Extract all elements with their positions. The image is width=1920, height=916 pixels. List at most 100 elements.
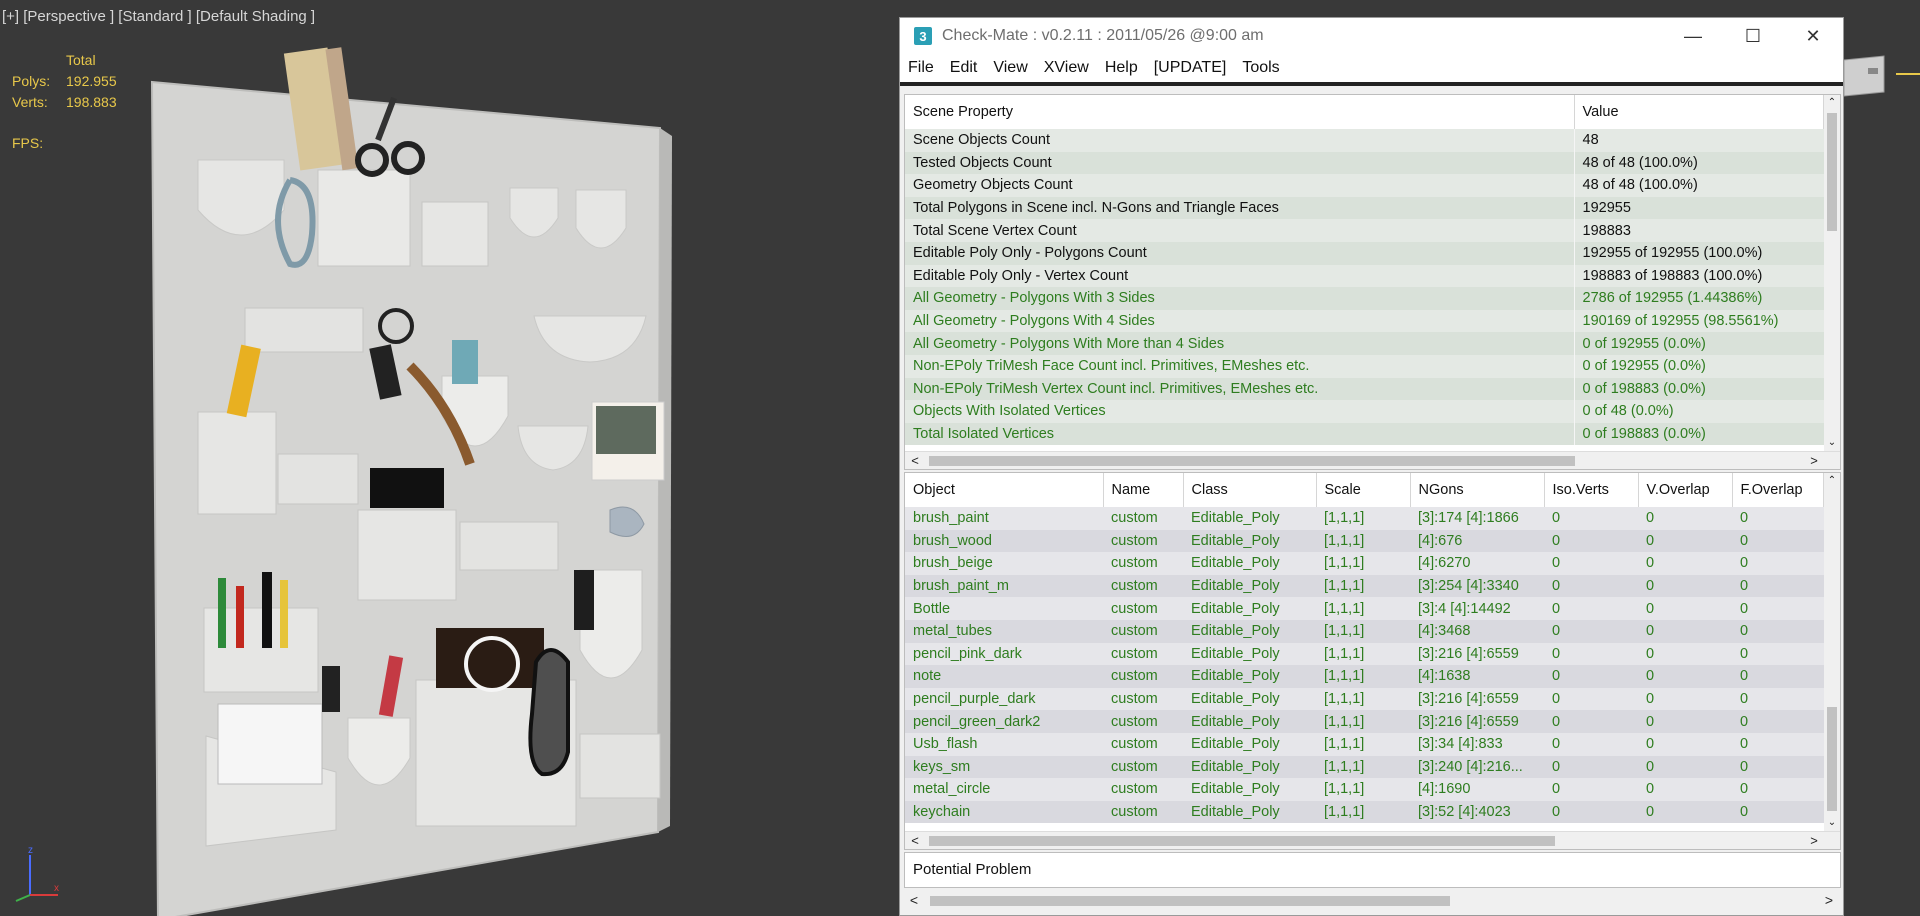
header-name[interactable]: Name <box>1103 473 1184 507</box>
scroll-thumb[interactable] <box>1827 113 1837 231</box>
scene-properties-panel[interactable]: Scene Property Value Scene Objects Count… <box>904 94 1841 470</box>
table-row[interactable]: brush_paint_m custom Editable_Poly [1,1,1][… <box>905 574 1824 598</box>
scroll-up-arrow[interactable]: ⌃ <box>1824 95 1840 111</box>
object-label: custom <box>1103 529 1183 553</box>
table-row[interactable]: pencil_purple_dark custom Editable_Poly [1,… <box>905 687 1824 711</box>
scroll-right-arrow[interactable]: > <box>1806 452 1822 470</box>
property-row[interactable]: Tested Objects Count 48 of 48 (100.0%) <box>905 151 1824 175</box>
table-row[interactable]: pencil_pink_dark custom Editable_Poly [1,1,… <box>905 642 1824 666</box>
objects-horizontal-scrollbar[interactable]: < > <box>905 831 1840 849</box>
objects-vertical-scrollbar[interactable]: ⌃ ⌄ <box>1824 473 1840 831</box>
scroll-thumb[interactable] <box>1827 707 1837 811</box>
header-ngons[interactable]: NGons <box>1410 473 1545 507</box>
scroll-thumb[interactable] <box>930 896 1450 906</box>
object-name: keychain <box>905 800 1103 824</box>
object-iso-verts: 0 <box>1544 642 1638 666</box>
calendar <box>217 703 323 785</box>
object-label: custom <box>1103 507 1183 530</box>
table-row[interactable]: Usb_flash custom Editable_Poly [1,1,1] [3]:3… <box>905 732 1824 756</box>
potential-problem-label: Potential Problem <box>913 861 1032 878</box>
header-iso-verts[interactable]: Iso.Verts <box>1544 473 1639 507</box>
object-scale: [1,1,1] <box>1316 710 1410 733</box>
property-row[interactable]: Geometry Objects Count 48 of 48 (100.0%) <box>905 174 1824 197</box>
object-iso-verts: 0 <box>1544 619 1638 643</box>
property-row[interactable]: Non-EPoly TriMesh Face Count incl. Primi… <box>905 354 1824 378</box>
property-row[interactable]: All Geometry - Polygons With 3 Sides 2786… <box>905 287 1824 310</box>
menu-update[interactable]: [UPDATE] <box>1154 59 1227 77</box>
header-scene-property[interactable]: Scene Property <box>905 95 1575 129</box>
property-row[interactable]: Editable Poly Only - Vertex Count 198883 … <box>905 264 1824 288</box>
header-scale[interactable]: Scale <box>1316 473 1411 507</box>
menu-bar: File Edit View XView Help [UPDATE] Tools <box>900 54 1843 86</box>
menu-help[interactable]: Help <box>1105 59 1138 77</box>
scroll-left-arrow[interactable]: < <box>906 892 922 908</box>
table-row[interactable]: keychain custom Editable_Poly [1,1,1] [3]:52… <box>905 800 1824 824</box>
object-name: brush_paint <box>905 507 1103 530</box>
table-row[interactable]: Bottle custom Editable_Poly [1,1,1] [3]:4 [4… <box>905 597 1824 620</box>
table-row[interactable]: brush_paint custom Editable_Poly [1,1,1] [3]… <box>905 507 1824 530</box>
property-row[interactable]: Total Polygons in Scene incl. N-Gons and… <box>905 196 1824 220</box>
minimize-button[interactable]: — <box>1663 18 1723 54</box>
pocket-slot-2 <box>277 453 359 505</box>
scroll-thumb[interactable] <box>929 836 1555 846</box>
keys-black-2 <box>574 570 594 630</box>
problem-horizontal-scrollbar[interactable]: < > <box>904 890 1841 912</box>
object-name: note <box>905 665 1103 688</box>
property-row[interactable]: Objects With Isolated Vertices 0 of 48 (0… <box>905 400 1824 423</box>
property-row[interactable]: Scene Objects Count 48 <box>905 129 1824 152</box>
menu-view[interactable]: View <box>993 59 1027 77</box>
scroll-down-arrow[interactable]: ⌄ <box>1824 815 1840 831</box>
menu-file[interactable]: File <box>908 59 934 77</box>
scroll-down-arrow[interactable]: ⌄ <box>1824 435 1840 451</box>
table-row[interactable]: brush_wood custom Editable_Poly [1,1,1] [4]:… <box>905 529 1824 553</box>
table-row[interactable]: metal_circle custom Editable_Poly [1,1,1] [4… <box>905 778 1824 801</box>
property-row[interactable]: All Geometry - Polygons With 4 Sides 1901… <box>905 309 1824 333</box>
menu-xview[interactable]: XView <box>1044 59 1089 77</box>
header-class[interactable]: Class <box>1183 473 1317 507</box>
object-ngons: [4]:1690 <box>1410 778 1544 801</box>
property-row[interactable]: Total Isolated Vertices 0 of 198883 (0.0%… <box>905 422 1824 446</box>
scroll-left-arrow[interactable]: < <box>907 452 923 470</box>
scroll-right-arrow[interactable]: > <box>1821 892 1837 908</box>
3d-scene-render[interactable] <box>140 40 700 916</box>
object-ngons: [3]:216 [4]:6559 <box>1410 687 1544 711</box>
object-iso-verts: 0 <box>1544 755 1638 779</box>
close-button[interactable]: ✕ <box>1783 18 1843 54</box>
menu-tools[interactable]: Tools <box>1242 59 1279 77</box>
header-object[interactable]: Object <box>905 473 1104 507</box>
property-name: All Geometry - Polygons With More than 4… <box>905 332 1575 355</box>
table-row[interactable]: note custom Editable_Poly [1,1,1] [4]:1638 0 0… <box>905 665 1824 688</box>
menu-edit[interactable]: Edit <box>950 59 978 77</box>
table-row[interactable]: pencil_green_dark2 custom Editable_Poly [1,… <box>905 710 1824 733</box>
maximize-button[interactable]: ☐ <box>1723 18 1783 54</box>
header-f-overlap[interactable]: F.Overlap <box>1732 473 1824 507</box>
pocket-slot-1 <box>244 307 364 353</box>
property-row[interactable]: Editable Poly Only - Polygons Count 19295… <box>905 241 1824 265</box>
scroll-thumb[interactable] <box>929 456 1575 466</box>
object-class: Editable_Poly <box>1183 687 1316 711</box>
checkmate-window[interactable]: 3 Check-Mate : v0.2.11 : 2011/05/26 @9:0… <box>899 17 1844 916</box>
object-iso-verts: 0 <box>1544 665 1638 688</box>
property-row[interactable]: Non-EPoly TriMesh Vertex Count incl. Pri… <box>905 377 1824 401</box>
properties-horizontal-scrollbar[interactable]: < > <box>905 451 1840 469</box>
property-row[interactable]: Total Scene Vertex Count 198883 <box>905 219 1824 242</box>
table-row[interactable]: metal_tubes custom Editable_Poly [1,1,1] [4]… <box>905 619 1824 643</box>
potential-problem-panel[interactable]: Potential Problem <box>904 852 1841 888</box>
header-value[interactable]: Value <box>1574 95 1824 129</box>
property-row[interactable]: All Geometry - Polygons With More than 4… <box>905 332 1824 355</box>
scroll-up-arrow[interactable]: ⌃ <box>1824 473 1840 489</box>
header-v-overlap[interactable]: V.Overlap <box>1638 473 1733 507</box>
viewcube-icon[interactable] <box>1844 52 1920 104</box>
scroll-right-arrow[interactable]: > <box>1806 832 1822 850</box>
objects-panel[interactable]: Object Name Class Scale NGons Iso.Verts V.Over… <box>904 472 1841 850</box>
title-bar[interactable]: 3 Check-Mate : v0.2.11 : 2011/05/26 @9:0… <box>900 18 1843 54</box>
scroll-left-arrow[interactable]: < <box>907 832 923 850</box>
table-row[interactable]: brush_beige custom Editable_Poly [1,1,1] [4]… <box>905 552 1824 575</box>
object-f-overlap: 0 <box>1732 778 1824 801</box>
properties-vertical-scrollbar[interactable]: ⌃ ⌄ <box>1824 95 1840 451</box>
table-row[interactable]: keys_sm custom Editable_Poly [1,1,1] [3]:240… <box>905 755 1824 779</box>
property-value: 2786 of 192955 (1.44386%) <box>1574 287 1824 310</box>
viewport-label[interactable]: [+] [Perspective ] [Standard ] [Default … <box>2 8 315 25</box>
property-value: 190169 of 192955 (98.5561%) <box>1574 309 1824 333</box>
object-ngons: [3]:174 [4]:1866 <box>1410 507 1544 530</box>
